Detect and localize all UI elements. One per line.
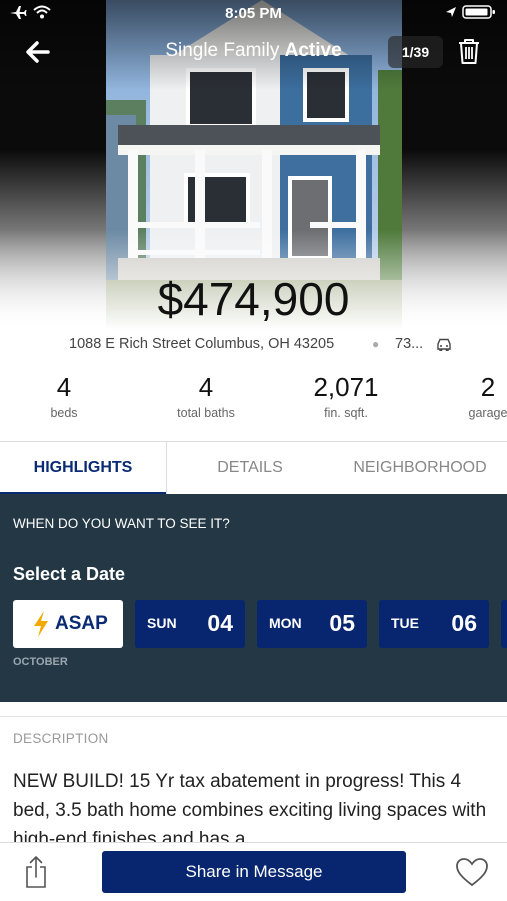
stat-label: total baths	[177, 406, 235, 420]
share-in-message-button[interactable]: Share in Message	[102, 851, 406, 893]
stat-value: 2,071	[313, 372, 379, 402]
commute-time[interactable]: 73...	[395, 336, 423, 352]
date-dow: MON	[269, 615, 302, 631]
date-dow: SUN	[147, 615, 177, 631]
schedule-showing-panel: WHEN DO YOU WANT TO SEE IT? Select a Dat…	[0, 494, 507, 702]
heart-favorite-icon[interactable]	[455, 857, 489, 887]
location-battery-icon	[446, 5, 495, 19]
date-button-sun[interactable]: SUN 04	[135, 600, 245, 648]
status-time: 8:05 PM	[225, 5, 282, 22]
stat-value: 4	[56, 372, 72, 402]
detail-tabs: HIGHLIGHTS DETAILS NEIGHBORHOOD	[0, 441, 507, 495]
stat-value: 2	[480, 372, 496, 402]
date-button-next-partial[interactable]	[501, 600, 507, 648]
date-button-tue[interactable]: TUE 06	[379, 600, 489, 648]
stat-sqft: 2,071 fin. sqft.	[286, 372, 406, 420]
date-button-mon[interactable]: MON 05	[257, 600, 367, 648]
month-label: OCTOBER	[13, 656, 68, 668]
tab-highlights[interactable]: HIGHLIGHTS	[0, 442, 167, 494]
trash-icon[interactable]	[455, 36, 483, 66]
photo-counter: 1/39	[388, 36, 443, 68]
date-day: 06	[451, 610, 477, 636]
lightning-bolt-icon	[34, 611, 48, 637]
stat-garage: 2 garage	[428, 372, 507, 420]
stat-label: garage	[468, 406, 507, 420]
date-day: 04	[207, 610, 233, 636]
asap-label: ASAP	[55, 613, 108, 634]
tab-details[interactable]: DETAILS	[167, 442, 333, 494]
separator-dot: ●	[372, 337, 380, 351]
stat-baths: 4 total baths	[146, 372, 266, 420]
listing-address: 1088 E Rich Street Columbus, OH 43205	[69, 336, 335, 352]
listing-stats: 4 beds 4 total baths 2,071 fin. sqft. 2 …	[0, 372, 507, 434]
description-label: DESCRIPTION	[13, 731, 109, 746]
share-icon[interactable]	[24, 855, 48, 889]
listing-price: $474,900	[157, 273, 350, 325]
property-type: Single Family	[165, 40, 280, 61]
car-icon[interactable]	[436, 338, 452, 351]
hero-photo-area[interactable]: 8:05 PM Single Family Active 1/39 $474,9…	[0, 0, 507, 330]
stat-beds: 4 beds	[4, 372, 124, 420]
description-text: NEW BUILD! 15 Yr tax abatement in progre…	[13, 771, 487, 843]
date-day: 05	[329, 610, 355, 636]
schedule-question: WHEN DO YOU WANT TO SEE IT?	[13, 516, 230, 531]
photo-topbar: Single Family Active 1/39	[0, 30, 507, 74]
stat-label: fin. sqft.	[324, 406, 368, 420]
date-dow: TUE	[391, 615, 419, 631]
status-right-icons	[443, 4, 499, 24]
bottom-action-bar: Share in Message	[0, 842, 507, 901]
stat-label: beds	[50, 406, 78, 420]
select-date-heading: Select a Date	[13, 564, 126, 584]
tab-neighborhood[interactable]: NEIGHBORHOOD	[333, 442, 507, 494]
description-section: DESCRIPTION NEW BUILD! 15 Yr tax abateme…	[0, 716, 507, 843]
status-bar: 8:05 PM	[0, 0, 507, 28]
address-row: 1088 E Rich Street Columbus, OH 43205 ● …	[0, 330, 507, 358]
stat-value: 4	[198, 372, 214, 402]
listing-status: Active	[284, 40, 342, 61]
asap-button[interactable]: ASAP	[13, 600, 123, 648]
